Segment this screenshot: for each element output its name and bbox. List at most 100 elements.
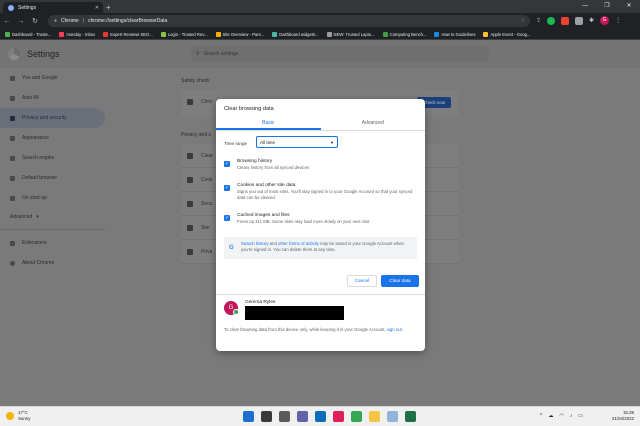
bookmark-label: Expert Reviews SEO... [110,31,153,37]
account-name: Gemma Ryles [245,300,276,305]
bookmark-item[interactable]: Login - Trusted Rev... [160,31,208,37]
palette-icon [10,135,15,141]
dropdown-caret-icon: ▼ [330,139,334,145]
sidebar-item-privacy[interactable]: Privacy and security [0,108,105,128]
menu-kebab-icon[interactable]: ⋮ [615,17,621,24]
option-title: Cached images and files [237,213,290,218]
onedrive-icon[interactable]: ☁ [548,413,553,419]
bookmark-favicon-icon [103,31,109,37]
close-tab-icon[interactable]: ✕ [95,5,99,11]
bookmark-favicon-icon [326,31,332,37]
windows-start-icon[interactable] [243,411,254,422]
bookmark-item[interactable]: NEW: Trusted Lapto... [326,31,375,37]
chat-icon[interactable] [297,411,308,422]
sidebar-advanced[interactable]: Advanced ▾ [0,208,105,226]
bookmark-star-icon[interactable]: ☆ [521,18,525,24]
chrome-icon[interactable] [351,411,362,422]
sidebar-item-label: Default browser [22,175,58,181]
puzzle-extensions-icon[interactable]: ✱ [589,17,594,24]
google-note-text: Search history and other forms of activi… [241,241,412,255]
bookmark-item[interactable]: Apple Event - Goog... [483,31,530,37]
task-view-icon[interactable] [279,411,290,422]
sidebar-item-label: About Chrome [22,260,55,266]
clock[interactable]: 15:29 21/04/2022 [612,410,634,422]
shield-check-icon [187,99,193,105]
sun-icon [6,411,14,420]
clear-data-button[interactable]: Clear data [381,275,419,287]
sign-out-link[interactable]: sign out [387,327,402,332]
close-window-button[interactable]: ✕ [618,0,640,13]
time-range-select[interactable]: All time ▼ [256,136,338,148]
bookmark-favicon-icon [483,31,489,37]
privacy-row-label: Cook [201,176,213,183]
bookmark-item[interactable]: Dashboard - Truste... [5,31,51,37]
maximize-button[interactable]: ❐ [596,0,618,13]
sidebar-item-label: Auto-fill [22,95,39,101]
sidebar-item-about[interactable]: About Chrome [0,253,105,273]
wifi-icon[interactable]: ◠ [559,413,563,419]
bookmark-item[interactable]: How to Guidelines [434,31,475,37]
extension-red-icon[interactable] [561,16,570,25]
checkbox-browsing-history[interactable]: ✓ [224,161,230,167]
browser-toolbar: ← → ↻ ● Chrome | chrome://settings/clear… [0,13,640,29]
outlook-icon[interactable] [315,411,326,422]
redacted-email [245,306,344,320]
option-cached-images[interactable]: ✓ Cached images and files Frees up 311 M… [224,213,419,225]
volume-icon[interactable]: ♪ [570,413,573,419]
excel-icon[interactable] [405,411,416,422]
option-browsing-history[interactable]: ✓ Browsing history Clears history from a… [224,159,419,171]
sidebar-item-label: On start-up [22,195,48,201]
search-history-link[interactable]: Search history [241,241,268,246]
slack-icon[interactable] [333,411,344,422]
sidebar-item-search-engine[interactable]: Search engine [0,148,105,168]
file-explorer-icon[interactable] [369,411,380,422]
address-bar[interactable]: ● Chrome | chrome://settings/clearBrowse… [48,15,530,27]
bookmark-favicon-icon [160,31,166,37]
privacy-row-icon [187,200,193,207]
option-cookies[interactable]: ✓ Cookies and other site data Signs you … [224,183,419,201]
url-path: chrome://settings/clearBrowserData [88,18,168,24]
bookmark-item[interactable]: Site Overview - Pars... [215,31,264,37]
bookmark-item[interactable]: Expert Reviews SEO... [103,31,153,37]
other-activity-link[interactable]: other forms of activity [278,241,319,246]
window-controls: — ❐ ✕ [574,0,640,13]
option-desc: Clears history from all synced devices [237,165,310,170]
back-icon[interactable]: ← [0,18,14,25]
search-icon[interactable] [261,411,272,422]
extension-green-icon[interactable] [547,16,556,25]
weather-widget[interactable]: 17°C Sunny [6,410,30,421]
minimize-button[interactable]: — [574,0,596,13]
battery-icon[interactable]: ▭ [578,413,583,419]
cancel-button[interactable]: Cancel [347,275,377,287]
option-desc: Signs you out of most sites. You'll stay… [237,189,413,200]
sidebar-item-extensions[interactable]: Extensions [0,233,105,253]
sidebar-item-on-startup[interactable]: On start-up [0,188,105,208]
settings-header: Settings ⚲ Search settings [0,40,640,68]
bookmark-item[interactable]: Dashboard widgets... [272,31,319,37]
sidebar-item-default-browser[interactable]: Default browser [0,168,105,188]
chevron-up-icon[interactable]: ^ [540,413,542,419]
forward-icon[interactable]: → [14,18,28,25]
checkbox-cached-images[interactable]: ✓ [224,215,230,221]
share-icon[interactable]: ⇪ [536,17,541,24]
search-settings-input[interactable]: ⚲ Search settings [190,46,490,62]
bookmark-favicon-icon [434,31,440,37]
reload-icon[interactable]: ↻ [28,17,42,25]
privacy-row-icon [187,152,193,159]
extension-grey-icon[interactable] [575,16,584,25]
tab-basic[interactable]: Basic [216,118,321,130]
tab-advanced[interactable]: Advanced [321,118,426,130]
system-tray: ^ ☁ ◠ ♪ ▭ [540,413,583,419]
checkbox-cookies[interactable]: ✓ [224,185,230,191]
sidebar-item-autofill[interactable]: Auto-fill [0,88,105,108]
privacy-header: Privacy and s [181,132,212,138]
sidebar-item-appearance[interactable]: Appearance [0,128,105,148]
sidebar-item-you-and-google[interactable]: You and Google [0,68,105,88]
new-tab-button[interactable]: + [106,3,111,12]
bookmark-item[interactable]: Computing Bench... [382,31,426,37]
profile-avatar[interactable]: G [600,16,610,25]
bookmark-item[interactable]: monday - Inbox [59,31,95,37]
notepad-icon[interactable] [387,411,398,422]
autofill-icon [10,95,15,101]
browser-tab[interactable]: Settings ✕ [3,2,103,13]
